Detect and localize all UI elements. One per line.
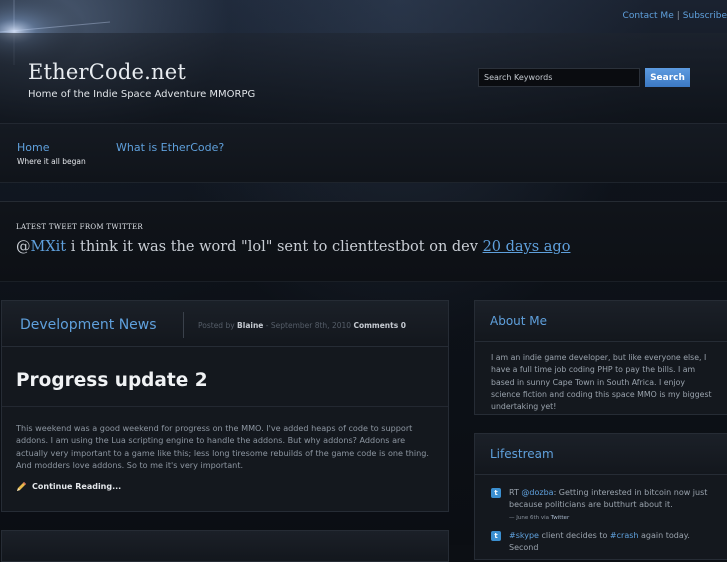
tweet-text: @MXit i think it was the word "lol" sent… bbox=[16, 239, 570, 255]
nav-item-home-label[interactable]: Home bbox=[17, 141, 86, 154]
post-date: - September 8th, 2010 bbox=[263, 321, 354, 330]
about-me-text: I am an indie game developer, but like e… bbox=[491, 353, 712, 412]
site-title[interactable]: EtherCode.net bbox=[28, 60, 186, 84]
about-me-header: About Me bbox=[475, 301, 727, 342]
latest-tweet-bar: LATEST TWEET FROM TWITTER @MXit i think … bbox=[0, 201, 727, 282]
lifestream-hashtag-link[interactable]: #skype bbox=[509, 531, 539, 540]
subscribe-link[interactable]: Subscribe bbox=[683, 11, 727, 21]
lifestream-mention-link[interactable]: @dozba bbox=[521, 488, 553, 497]
next-post-header bbox=[2, 531, 448, 562]
search-button[interactable]: Search bbox=[645, 68, 690, 87]
lifestream-source-link[interactable]: Twitter bbox=[551, 515, 569, 521]
lifestream-item-date: — June 6th via bbox=[509, 515, 551, 522]
post-divider bbox=[2, 406, 448, 407]
lifestream-item-text: #skype client decides to #crash again to… bbox=[509, 530, 716, 554]
development-news-panel: Development News Posted by Blaine - Sept… bbox=[1, 300, 449, 512]
tweet-time-link[interactable]: 20 days ago bbox=[483, 239, 571, 255]
about-me-widget: About Me I am an indie game developer, b… bbox=[474, 300, 727, 415]
tweet-user-link[interactable]: MXit bbox=[31, 239, 67, 255]
about-me-title: About Me bbox=[490, 314, 548, 328]
nav-item-what-is-ethercode-label[interactable]: What is EtherCode? bbox=[116, 141, 224, 154]
tweet-heading: LATEST TWEET FROM TWITTER bbox=[16, 223, 144, 231]
search-input[interactable] bbox=[478, 68, 640, 87]
post-title[interactable]: Progress update 2 bbox=[16, 370, 208, 391]
site-tagline: Home of the Indie Space Adventure MMORPG bbox=[28, 89, 256, 100]
twitter-icon: t bbox=[491, 531, 501, 541]
lifestream-item-meta: — June 6th via Twitter bbox=[509, 512, 716, 524]
lifestream-item-text: RT @dozba: Getting interested in bitcoin… bbox=[509, 487, 716, 511]
top-links: Contact Me | Subscribe bbox=[623, 11, 727, 21]
post-meta-prefix: Posted by bbox=[198, 321, 238, 330]
lifestream-item-middle: client decides to bbox=[538, 531, 610, 540]
lifestream-widget: Lifestream t RT @dozba: Getting interest… bbox=[474, 433, 727, 560]
post-meta: Posted by Blaine - September 8th, 2010 C… bbox=[198, 321, 406, 330]
post-author[interactable]: Blaine bbox=[237, 321, 263, 330]
header-divider bbox=[183, 312, 184, 338]
pencil-icon bbox=[17, 482, 26, 491]
lifestream-item: t #skype client decides to #crash again … bbox=[491, 530, 716, 554]
lifestream-header: Lifestream bbox=[475, 434, 727, 475]
section-title: Development News bbox=[20, 317, 157, 333]
main-navigation: Home Where it all began What is EtherCod… bbox=[0, 123, 727, 183]
nav-item-what-is-ethercode[interactable]: What is EtherCode? bbox=[116, 141, 224, 154]
lifestream-hashtag-link[interactable]: #crash bbox=[610, 531, 639, 540]
lifestream-title: Lifestream bbox=[490, 447, 554, 461]
development-news-header: Development News Posted by Blaine - Sept… bbox=[2, 301, 448, 347]
contact-me-link[interactable]: Contact Me bbox=[623, 11, 674, 21]
post-body: This weekend was a good weekend for prog… bbox=[16, 423, 430, 470]
tweet-body: i think it was the word "lol" sent to cl… bbox=[66, 239, 483, 255]
twitter-icon: t bbox=[491, 488, 501, 498]
lifestream-item: t RT @dozba: Getting interested in bitco… bbox=[491, 487, 716, 525]
top-links-separator: | bbox=[676, 11, 680, 21]
tweet-at-sign: @ bbox=[16, 239, 31, 255]
continue-reading-link[interactable]: Continue Reading... bbox=[16, 481, 121, 492]
nav-item-home-subtitle: Where it all began bbox=[17, 157, 86, 166]
post-comments-link[interactable]: Comments 0 bbox=[353, 321, 406, 330]
lifestream-item-prefix: RT bbox=[509, 488, 522, 497]
next-post-panel bbox=[1, 530, 449, 562]
continue-reading-label[interactable]: Continue Reading... bbox=[32, 482, 121, 491]
nav-item-home[interactable]: Home Where it all began bbox=[17, 141, 86, 166]
